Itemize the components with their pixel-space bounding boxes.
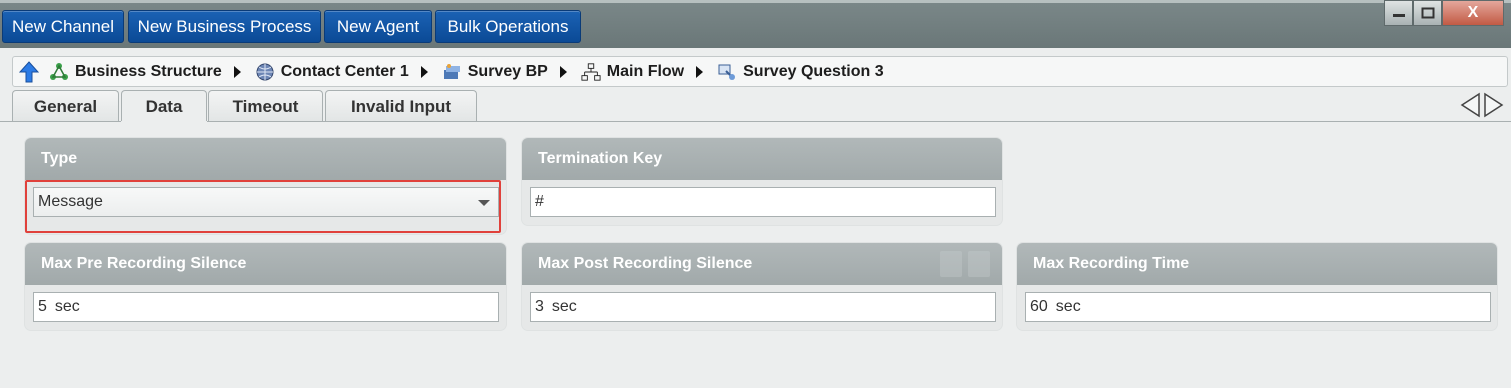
breadcrumb-label: Survey BP — [467, 62, 548, 80]
max-post-silence-input[interactable]: 3 sec — [530, 292, 996, 322]
unit-label: sec — [54, 298, 80, 315]
org-structure-icon — [49, 62, 69, 82]
question-node-icon — [717, 62, 737, 82]
max-post-silence-value: 3 — [535, 298, 544, 315]
new-channel-button[interactable]: New Channel — [2, 10, 124, 43]
breadcrumb-up-button[interactable] — [19, 60, 39, 83]
type-panel-title: Type — [25, 138, 506, 180]
max-pre-silence-title: Max Pre Recording Silence — [25, 243, 506, 285]
tab-scroll-controls — [1459, 92, 1505, 118]
max-recording-time-input[interactable]: 60 sec — [1025, 292, 1491, 322]
close-icon: X — [1467, 4, 1479, 21]
up-arrow-icon — [19, 60, 39, 82]
selection-highlight — [25, 180, 501, 233]
maximize-button[interactable] — [1413, 0, 1442, 26]
bulk-operations-button[interactable]: Bulk Operations — [435, 10, 581, 43]
termination-key-input[interactable]: # — [530, 187, 996, 217]
scroll-left-icon[interactable] — [1459, 92, 1481, 118]
termination-key-value: # — [535, 193, 544, 210]
max-recording-time-value: 60 — [1030, 298, 1048, 315]
max-post-silence-title: Max Post Recording Silence — [522, 243, 1002, 285]
minimize-icon — [1392, 14, 1405, 17]
unit-label: sec — [551, 298, 577, 315]
breadcrumb-item-contact-center[interactable]: Contact Center 1 — [255, 62, 409, 82]
breadcrumb-item-main-flow[interactable]: Main Flow — [581, 62, 684, 82]
tab-invalid-input[interactable]: Invalid Input — [325, 90, 477, 122]
max-recording-time-title: Max Recording Time — [1017, 243, 1497, 285]
breadcrumb: Business Structure Contact Center 1 Surv… — [12, 56, 1508, 87]
max-pre-silence-value: 5 — [38, 298, 47, 315]
termination-key-title: Termination Key — [522, 138, 1002, 180]
breadcrumb-separator-icon — [233, 65, 241, 78]
breadcrumb-label: Main Flow — [606, 62, 685, 80]
breadcrumb-separator-icon — [696, 65, 704, 78]
breadcrumb-item-business-structure[interactable]: Business Structure — [49, 62, 222, 82]
copy-icon[interactable] — [940, 251, 962, 277]
tab-data[interactable]: Data — [121, 90, 207, 123]
paste-icon[interactable] — [968, 251, 990, 277]
process-icon — [442, 62, 462, 82]
window-controls: X — [1384, 0, 1506, 26]
max-pre-silence-input[interactable]: 5 sec — [33, 292, 499, 322]
minimize-button[interactable] — [1384, 0, 1413, 26]
globe-icon — [255, 62, 275, 82]
tab-timeout[interactable]: Timeout — [208, 90, 323, 122]
max-pre-silence-panel: Max Pre Recording Silence 5 sec — [25, 243, 506, 330]
toolbar-top-border — [0, 0, 1511, 3]
close-button[interactable]: X — [1442, 0, 1504, 26]
breadcrumb-label: Survey Question 3 — [743, 62, 884, 80]
max-post-silence-panel: Max Post Recording Silence 3 sec — [522, 243, 1002, 330]
panel-actions — [940, 251, 990, 277]
tab-underline — [0, 121, 1511, 122]
breadcrumb-separator-icon — [559, 65, 567, 78]
termination-key-panel: Termination Key # — [522, 138, 1002, 225]
top-toolbar: New Channel New Business Process New Age… — [0, 0, 1511, 48]
max-recording-time-panel: Max Recording Time 60 sec — [1017, 243, 1497, 330]
flow-tree-icon — [581, 62, 601, 82]
new-business-process-button[interactable]: New Business Process — [128, 10, 321, 43]
tab-general[interactable]: General — [12, 90, 119, 122]
breadcrumb-separator-icon — [420, 65, 428, 78]
maximize-icon — [1421, 7, 1434, 19]
active-tab-gap — [121, 121, 207, 123]
new-agent-button[interactable]: New Agent — [324, 10, 432, 43]
unit-label: sec — [1055, 298, 1081, 315]
breadcrumb-item-survey-question[interactable]: Survey Question 3 — [717, 62, 884, 82]
breadcrumb-label: Contact Center 1 — [280, 62, 409, 80]
scroll-right-icon[interactable] — [1483, 92, 1505, 118]
breadcrumb-label: Business Structure — [75, 62, 222, 80]
breadcrumb-item-survey-bp[interactable]: Survey BP — [442, 62, 548, 82]
